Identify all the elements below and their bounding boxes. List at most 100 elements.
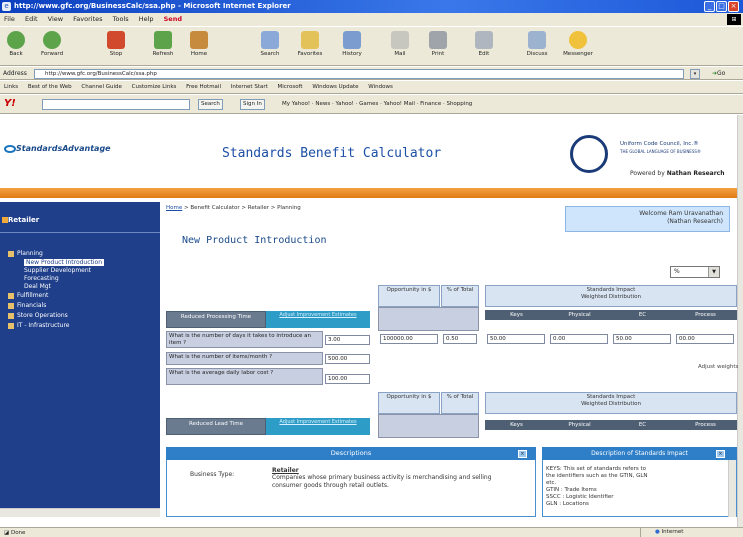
menu-help[interactable]: Help	[139, 15, 154, 23]
opportunity-spacer-1	[378, 307, 479, 331]
edit-button[interactable]: Edit	[472, 27, 496, 65]
sidebar-item-label: Financials	[17, 302, 47, 309]
forward-button[interactable]: Forward	[40, 27, 64, 65]
breadcrumb-home-link[interactable]: Home	[166, 205, 182, 211]
menu-send[interactable]: Send	[164, 15, 182, 23]
impact-line: the identifiers such as the GTIN, GLN	[546, 473, 648, 479]
back-button[interactable]: Back	[4, 27, 28, 65]
print-button[interactable]: Print	[426, 27, 450, 65]
ie-app-icon: e	[2, 2, 11, 11]
stop-button[interactable]: Stop	[104, 27, 128, 65]
breadcrumb: Home > Benefit Calculator > Retailer > P…	[166, 205, 301, 211]
page-vertical-scrollbar[interactable]	[737, 115, 743, 527]
sidebar-item-new-product-introduction[interactable]: New Product Introduction	[24, 259, 105, 266]
impact-line: GTIN : Trade Items	[546, 487, 597, 493]
impact-line: etc.	[546, 480, 557, 486]
impact-description-title: Description of Standards Impact	[542, 447, 737, 460]
discuss-button[interactable]: Discuss	[520, 27, 554, 65]
search-button[interactable]: Search	[256, 27, 284, 65]
link-channel-guide[interactable]: Channel Guide	[81, 84, 121, 90]
col-physical: Physical	[568, 422, 591, 428]
windows-flag-icon: ⊞	[727, 14, 741, 25]
weight-process[interactable]: 00.00	[676, 334, 734, 344]
address-dropdown-icon[interactable]: ▾	[690, 69, 700, 79]
address-input[interactable]: http://www.gfc.org/BusinessCalc/ssa.php	[34, 69, 684, 79]
sidebar-item-deal-mgt[interactable]: Deal Mgt	[24, 283, 51, 290]
menu-file[interactable]: File	[4, 15, 15, 23]
mail-button[interactable]: Mail	[388, 27, 412, 65]
link-windows[interactable]: Windows	[368, 84, 393, 90]
question-days: What is the number of days it takes to i…	[166, 331, 323, 348]
folder-icon	[8, 292, 14, 299]
weight-keys[interactable]: 50.00	[487, 334, 545, 344]
messenger-label: Messenger	[563, 51, 593, 57]
link-windows-update[interactable]: Windows Update	[312, 84, 358, 90]
menu-view[interactable]: View	[48, 15, 63, 23]
impact-panel-scrollbar[interactable]	[728, 460, 736, 517]
link-customize-links[interactable]: Customize Links	[132, 84, 177, 90]
items-input[interactable]: 500.00	[325, 354, 370, 364]
menu-favorites[interactable]: Favorites	[73, 15, 102, 23]
messenger-icon	[569, 31, 587, 49]
refresh-label: Refresh	[152, 51, 174, 57]
favorites-label: Favorites	[297, 51, 323, 57]
menu-bar: File Edit View Favorites Tools Help Send	[0, 13, 743, 26]
standards-impact-header-1: Standards Impact Weighted Distribution	[485, 285, 737, 307]
close-button[interactable]: ×	[728, 1, 739, 12]
sidebar-horizontal-scrollbar[interactable]	[0, 508, 160, 517]
yahoo-logo-icon[interactable]: Y!	[4, 98, 16, 109]
ucc-text: Uniform Code Council, Inc.® THE GLOBAL L…	[620, 141, 701, 155]
forward-label: Forward	[40, 51, 64, 57]
printer-icon	[429, 31, 447, 49]
sidebar-item-fulfillment[interactable]: Fulfillment	[8, 292, 48, 299]
sidebar-item-planning[interactable]: Planning	[8, 250, 43, 257]
link-microsoft[interactable]: Microsoft	[278, 84, 303, 90]
sidebar-divider	[0, 232, 160, 233]
standards-logo[interactable]: StandardsAdvantage	[16, 144, 111, 153]
link-internet-start[interactable]: Internet Start	[231, 84, 268, 90]
col-ec: EC	[638, 312, 647, 318]
sidebar-item-supplier-development[interactable]: Supplier Development	[24, 267, 91, 274]
weight-ec[interactable]: 50.00	[613, 334, 671, 344]
yahoo-items[interactable]: My Yahoo! · News · Yahoo! · Games · Yaho…	[282, 99, 472, 110]
home-label: Home	[190, 51, 208, 57]
sidebar-item-financials[interactable]: Financials	[8, 302, 46, 309]
messenger-button[interactable]: Messenger	[558, 27, 598, 65]
adjust-weights-link[interactable]: Adjust weights	[698, 364, 738, 370]
sidebar-item-label: IT - Infrastructure	[17, 322, 70, 329]
labor-cost-input[interactable]: 100.00	[325, 374, 370, 384]
adjust-estimates-link-1[interactable]: Adjust Improvement Estimates	[266, 311, 370, 328]
go-button[interactable]: ➜Go	[712, 69, 725, 79]
impact-columns-2: Keys Physical EC Process	[485, 420, 737, 430]
home-button[interactable]: Home	[186, 27, 212, 65]
days-input[interactable]: 3.00	[325, 335, 370, 345]
opportunity-header-1: Opportunity in $	[378, 285, 440, 307]
page-done-icon: ◪	[4, 530, 10, 536]
impact-subtitle: Weighted Distribution	[581, 294, 641, 300]
weight-physical[interactable]: 0.00	[550, 334, 608, 344]
yahoo-search-button[interactable]: Search	[198, 99, 223, 110]
maximize-button[interactable]: □	[716, 1, 727, 12]
adjust-estimates-link-2[interactable]: Adjust Improvement Estimates	[266, 418, 370, 435]
yahoo-signin-button[interactable]: Sign In	[240, 99, 265, 110]
menu-tools[interactable]: Tools	[113, 15, 129, 23]
minimize-button[interactable]: _	[704, 1, 715, 12]
app-title: Standards Benefit Calculator	[222, 146, 442, 161]
sidebar-item-store-operations[interactable]: Store Operations	[8, 312, 68, 319]
link-free-hotmail[interactable]: Free Hotmail	[186, 84, 221, 90]
sidebar-item-forecasting[interactable]: Forecasting	[24, 275, 59, 282]
menu-edit[interactable]: Edit	[25, 15, 38, 23]
refresh-button[interactable]: Refresh	[150, 27, 176, 65]
sidebar-item-it-infrastructure[interactable]: IT - Infrastructure	[8, 322, 69, 329]
link-best-of-web[interactable]: Best of the Web	[28, 84, 72, 90]
close-icon[interactable]: ×	[518, 450, 527, 458]
close-icon[interactable]: ×	[716, 450, 725, 458]
history-button[interactable]: History	[338, 27, 366, 65]
favorites-button[interactable]: Favorites	[294, 27, 326, 65]
page-title: New Product Introduction	[182, 235, 327, 246]
impact-subtitle: Weighted Distribution	[581, 401, 641, 407]
chevron-down-icon[interactable]: ▼	[708, 267, 719, 277]
window-title: http://www.gfc.org/BusinessCalc/ssa.php …	[14, 2, 291, 10]
yahoo-search-input[interactable]	[42, 99, 190, 110]
sidebar-item-label: Store Operations	[17, 312, 68, 319]
